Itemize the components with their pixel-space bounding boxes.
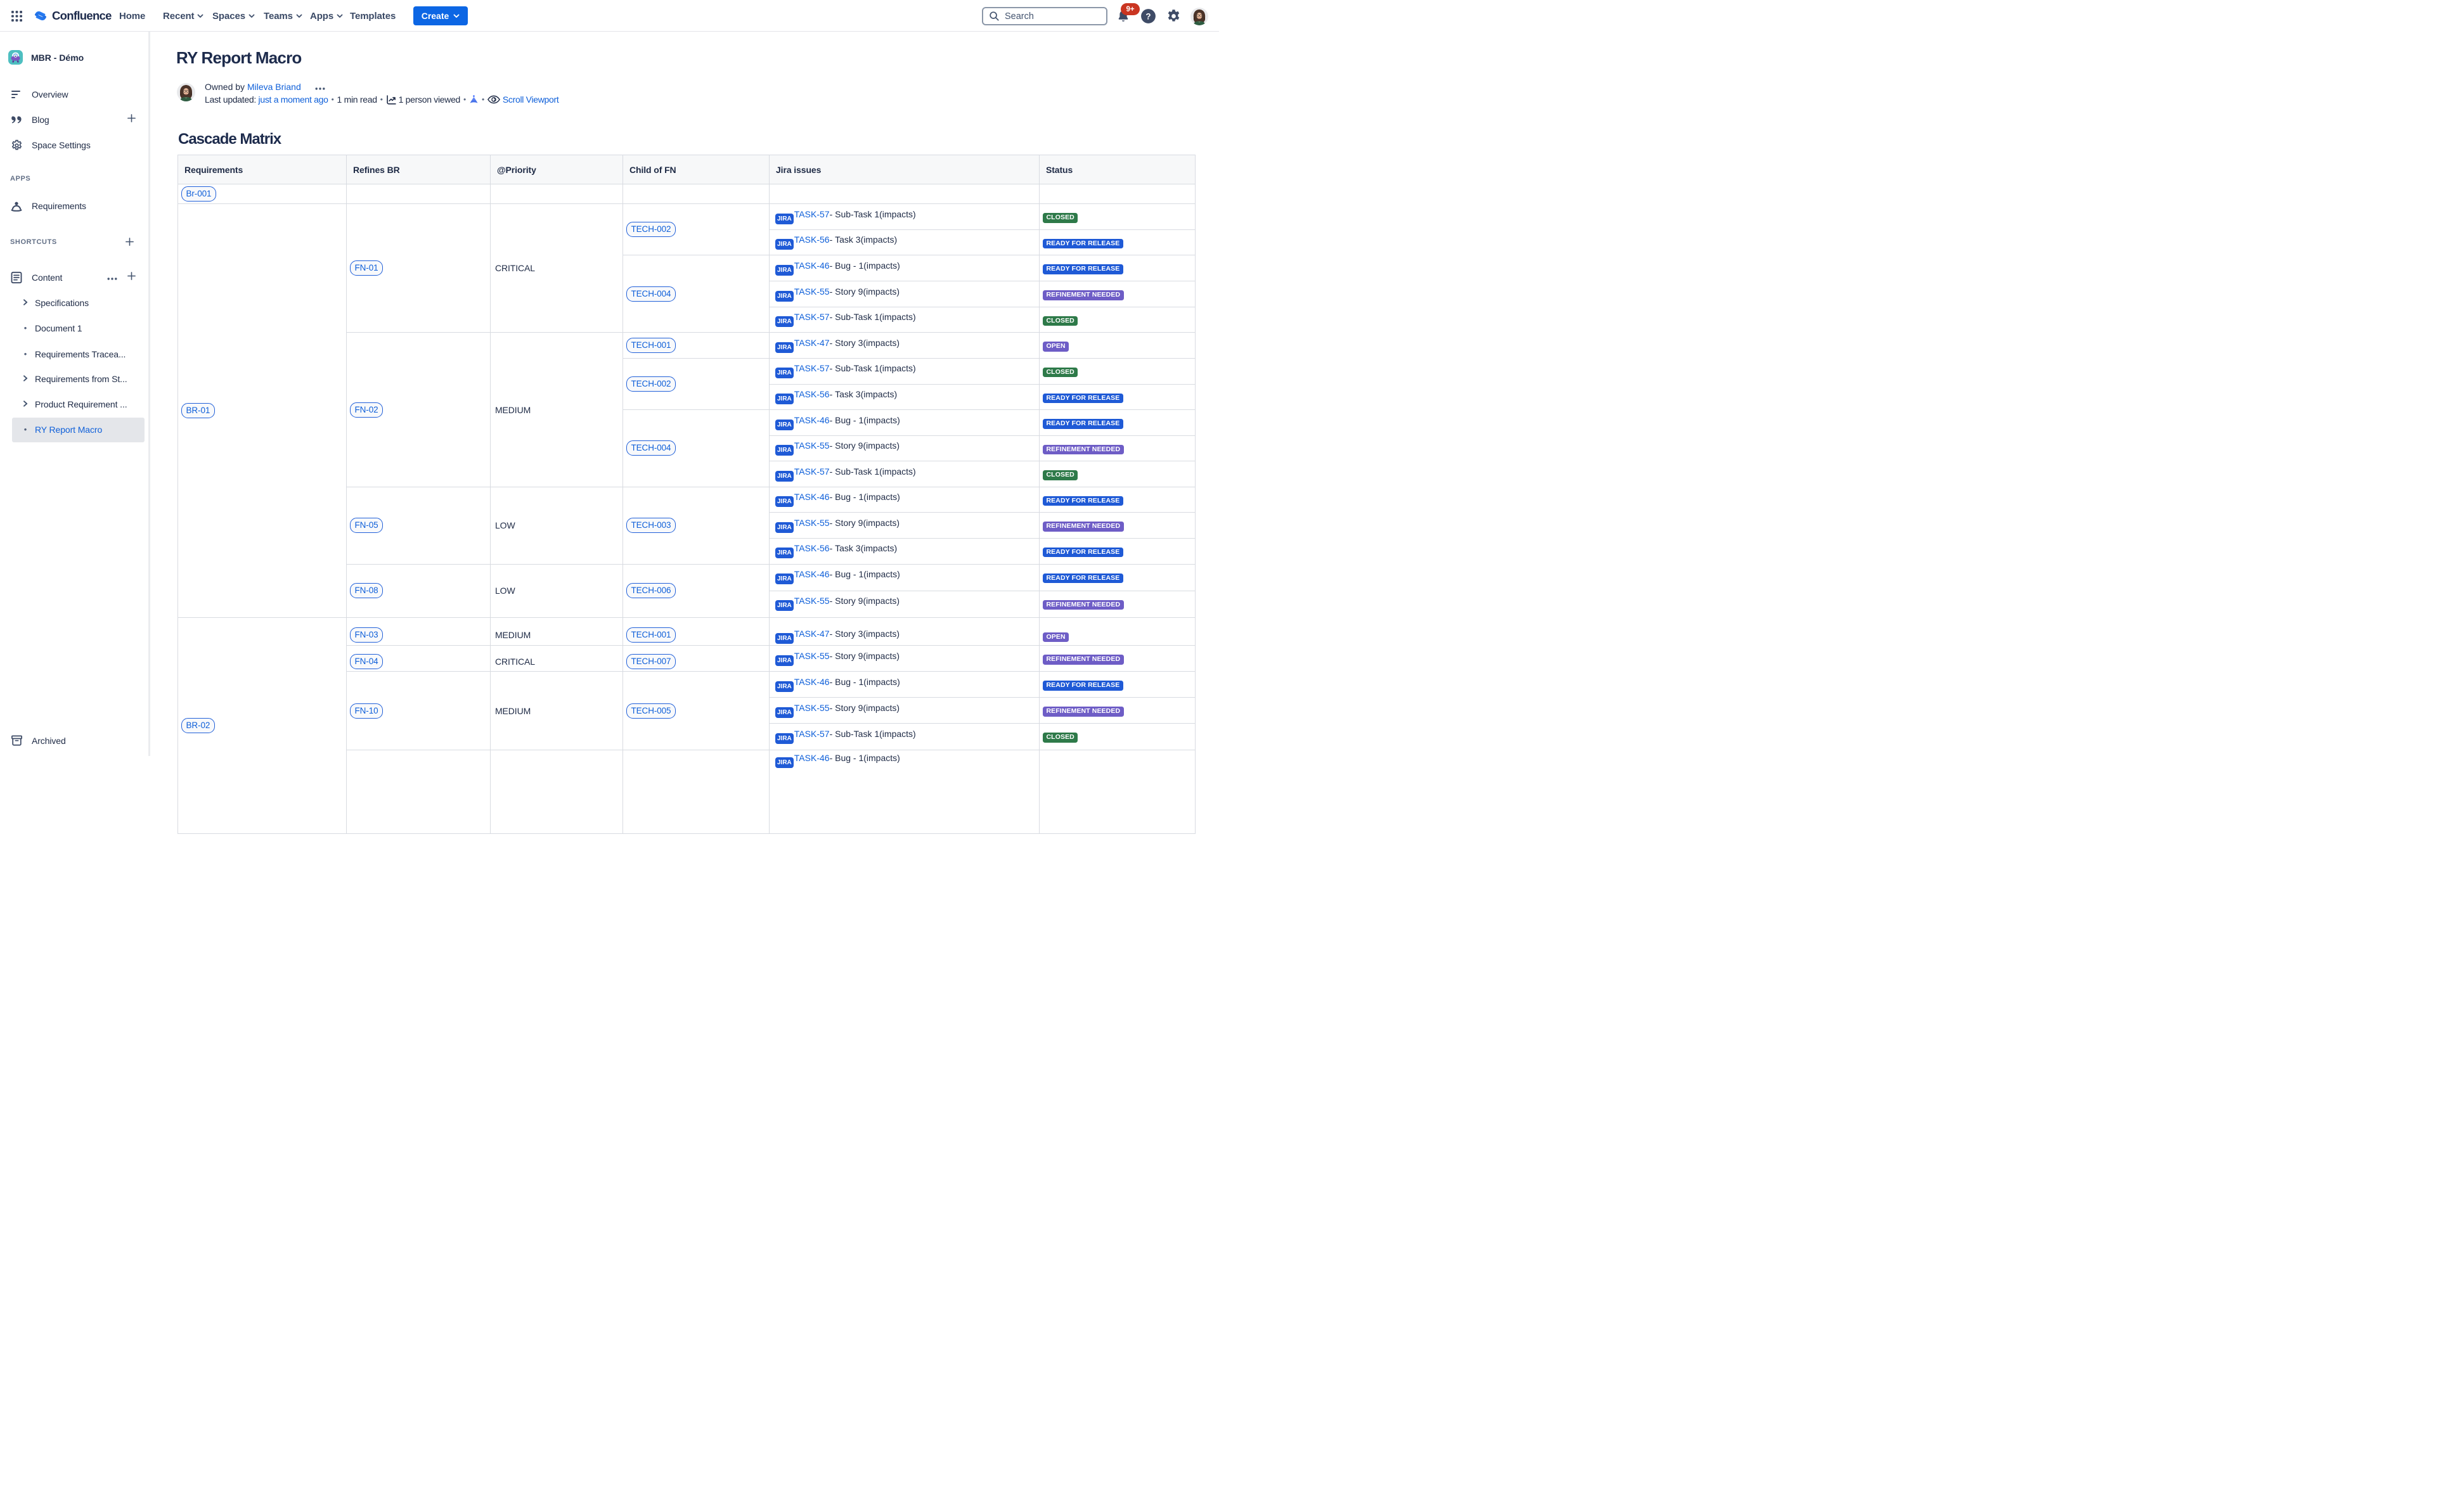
svg-text:?: ?	[1145, 11, 1151, 21]
